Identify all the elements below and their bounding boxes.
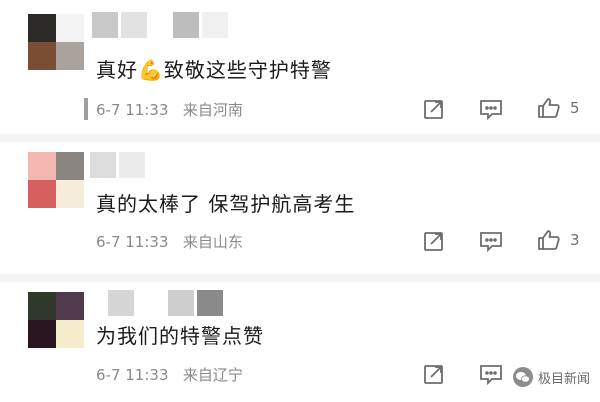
watermark-text: 极目新闻 [537, 371, 590, 387]
comment-button[interactable] [478, 228, 504, 254]
wechat-icon [512, 367, 533, 387]
comment-meta: 6-7 11:33 来自河南 [96, 99, 243, 120]
comment-icon [480, 100, 502, 120]
like-count: 3 [570, 231, 580, 249]
username-blurred[interactable] [90, 152, 145, 178]
comment-button[interactable] [478, 96, 504, 122]
repost-button[interactable] [421, 228, 447, 254]
comment-item-1: 真好💪致敬这些守护特警 6-7 11:33 来自河南 5 [0, 0, 600, 134]
avatar[interactable] [28, 14, 84, 70]
comment-text: 为我们的特警点赞 [96, 324, 264, 348]
watermark: 极目新闻 [512, 366, 590, 388]
comment-item-2: 真的太棒了 保驾护航高考生 6-7 11:33 来自山东 3 [0, 142, 600, 276]
like-icon [538, 230, 560, 250]
comment-icon [480, 232, 502, 252]
comment-time: 6-7 11:33 [96, 366, 169, 384]
repost-icon [424, 365, 443, 384]
username-blurred[interactable] [92, 12, 228, 38]
avatar[interactable] [28, 292, 84, 348]
like-count: 5 [570, 99, 580, 117]
comment-time: 6-7 11:33 [96, 233, 169, 251]
like-button[interactable] [536, 95, 562, 121]
divider-mark [84, 98, 88, 120]
comment-icon [480, 365, 502, 385]
repost-button[interactable] [421, 96, 447, 122]
repost-icon [424, 100, 443, 119]
repost-icon [424, 232, 443, 251]
like-button[interactable] [536, 227, 562, 253]
comment-location: 来自山东 [182, 233, 243, 251]
separator [0, 134, 600, 142]
comment-location: 来自辽宁 [182, 366, 243, 384]
repost-button[interactable] [421, 361, 447, 387]
comment-item-3: 为我们的特警点赞 6-7 11:33 来自辽宁 [0, 282, 600, 402]
like-icon [538, 98, 560, 118]
comment-button[interactable] [478, 361, 504, 387]
separator [0, 274, 600, 282]
comment-text: 真的太棒了 保驾护航高考生 [96, 192, 356, 216]
comment-time: 6-7 11:33 [96, 101, 169, 119]
avatar[interactable] [28, 152, 84, 208]
comment-text: 真好💪致敬这些守护特警 [96, 58, 332, 82]
comment-meta: 6-7 11:33 来自辽宁 [96, 364, 243, 385]
comment-location: 来自河南 [182, 101, 243, 119]
comment-meta: 6-7 11:33 来自山东 [96, 231, 243, 252]
username-blurred[interactable] [108, 290, 223, 316]
